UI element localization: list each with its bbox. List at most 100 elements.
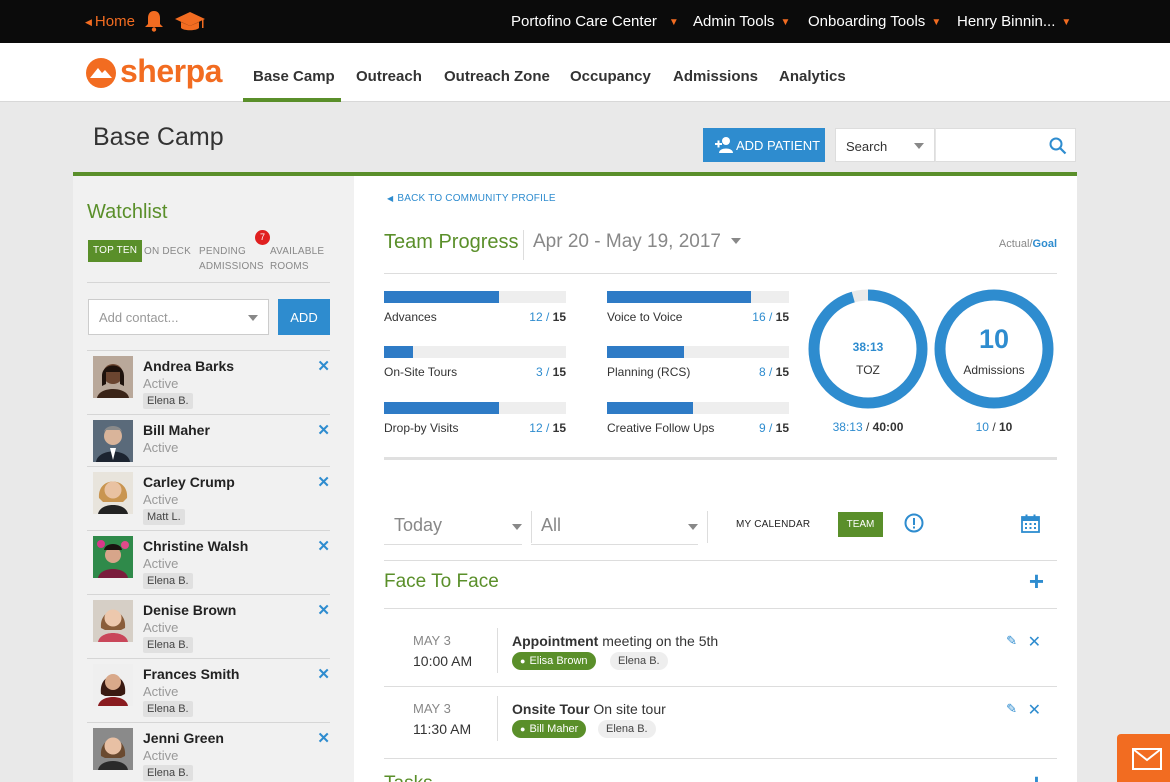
sherpa-logo-icon[interactable]	[85, 57, 117, 89]
contact-name[interactable]: Denise Brown	[143, 602, 236, 618]
home-link[interactable]: ◀ Home	[85, 13, 135, 30]
envelope-icon	[1132, 748, 1162, 770]
bell-icon[interactable]	[144, 10, 164, 32]
close-icon[interactable]: ✕	[1028, 700, 1041, 720]
metric-goal: 15	[552, 421, 566, 435]
contact-name[interactable]: Jenni Green	[143, 730, 224, 746]
progress-fill	[384, 402, 499, 414]
date-range-select[interactable]: Apr 20 - May 19, 2017	[533, 231, 741, 253]
add-contact-select[interactable]: Add contact...	[88, 299, 269, 335]
chevron-down-icon	[731, 238, 741, 244]
contact-name[interactable]: Carley Crump	[143, 474, 235, 490]
divider	[707, 511, 708, 543]
add-task-icon[interactable]: +	[1029, 768, 1044, 782]
tab-top-ten[interactable]: TOP TEN	[88, 240, 143, 262]
divider	[87, 282, 330, 283]
filter-label: All	[541, 515, 562, 535]
tab-on-deck[interactable]: ON DECK	[144, 244, 191, 259]
watchlist-item[interactable]: Carley Crump Active Matt L. ✕	[87, 467, 330, 531]
metric-label: Planning (RCS)	[607, 365, 691, 379]
nav-base-camp[interactable]: Base Camp	[253, 68, 335, 85]
event-desc: On site tour	[589, 701, 666, 717]
avatar	[93, 600, 133, 642]
nav-admissions[interactable]: Admissions	[673, 68, 758, 85]
message-button[interactable]	[1117, 734, 1170, 782]
watchlist-sidebar: Watchlist TOP TEN ON DECK PENDING ADMISS…	[73, 176, 354, 782]
remove-icon[interactable]: ✕	[317, 665, 330, 683]
alert-icon[interactable]	[904, 513, 924, 533]
event-owner-chip: Elena B.	[610, 652, 668, 670]
nav-outreach-zone[interactable]: Outreach Zone	[444, 68, 550, 85]
add-patient-button[interactable]: ADD PATIENT	[703, 128, 825, 162]
event-person-chip[interactable]: ● Elisa Brown	[512, 652, 596, 670]
remove-icon[interactable]: ✕	[317, 421, 330, 439]
pending-count-badge: 7	[255, 230, 270, 245]
progress-fill	[607, 291, 751, 303]
user-menu[interactable]: Henry Binnin... ▼	[957, 13, 1071, 30]
nav-analytics[interactable]: Analytics	[779, 68, 846, 85]
contact-name[interactable]: Frances Smith	[143, 666, 239, 682]
nav-outreach[interactable]: Outreach	[356, 68, 422, 85]
user-name: Henry Binnin...	[957, 13, 1056, 30]
tab-pending-admissions[interactable]: PENDING ADMISSIONS	[199, 244, 264, 274]
avatar	[93, 472, 133, 514]
top-bar: ◀ Home Portofino Care Center ▼ Admin Tools…	[0, 0, 1170, 43]
contact-name[interactable]: Andrea Barks	[143, 358, 234, 374]
team-tab[interactable]: TEAM	[838, 512, 883, 537]
owner-tag: Matt L.	[143, 509, 185, 525]
add-face-to-face-icon[interactable]: +	[1029, 566, 1044, 597]
close-icon[interactable]: ✕	[1028, 632, 1041, 652]
calendar-icon[interactable]	[1021, 514, 1040, 533]
edit-icon[interactable]: ✎	[1006, 633, 1017, 649]
contact-status: Active	[143, 492, 179, 507]
nav-occupancy[interactable]: Occupancy	[570, 68, 651, 85]
divider	[523, 230, 524, 260]
admissions-goal: 10	[999, 420, 1013, 434]
add-contact-button[interactable]: ADD	[278, 299, 330, 335]
watchlist-item[interactable]: Denise Brown Active Elena B. ✕	[87, 595, 330, 659]
watchlist-item[interactable]: Bill Maher Active ✕	[87, 415, 330, 467]
watchlist-item[interactable]: Christine Walsh Active Elena B. ✕	[87, 531, 330, 595]
admin-tools-menu[interactable]: Admin Tools ▼	[693, 13, 790, 30]
contact-name[interactable]: Christine Walsh	[143, 538, 248, 554]
metric-label: Creative Follow Ups	[607, 421, 715, 435]
search-icon[interactable]	[1049, 137, 1067, 155]
chevron-down-icon	[914, 143, 924, 149]
chevron-down-icon: ▼	[780, 17, 791, 28]
graduation-cap-icon[interactable]	[174, 11, 206, 33]
metric-value: 16 / 15	[752, 310, 789, 324]
onboarding-tools-menu[interactable]: Onboarding Tools ▼	[808, 13, 941, 30]
search-type-select[interactable]: Search	[835, 128, 935, 162]
watchlist-item[interactable]: Andrea Barks Active Elena B. ✕	[87, 351, 330, 415]
watchlist-item[interactable]: Jenni Green Active Elena B. ✕	[87, 723, 330, 782]
main-nav: sherpa Base Camp Outreach Outreach Zone …	[0, 43, 1170, 102]
back-to-community-link[interactable]: ◀ BACK TO COMMUNITY PROFILE	[387, 193, 556, 204]
remove-icon[interactable]: ✕	[317, 601, 330, 619]
remove-icon[interactable]: ✕	[317, 357, 330, 375]
period-select[interactable]: Today	[384, 509, 522, 545]
event-person: Elisa Brown	[529, 655, 588, 667]
logo-text[interactable]: sherpa	[120, 53, 222, 90]
edit-icon[interactable]: ✎	[1006, 701, 1017, 717]
search-input[interactable]	[935, 128, 1076, 162]
event-row[interactable]: MAY 3 11:30 AM Onsite Tour On site tour …	[384, 696, 1057, 746]
admissions-actual: 10	[975, 420, 989, 434]
community-selector[interactable]: Portofino Care Center ▼	[511, 13, 679, 30]
metric-value: 3 / 15	[535, 365, 566, 379]
nav-active-indicator	[243, 98, 341, 102]
tab-available-rooms[interactable]: AVAILABLE ROOMS	[270, 244, 324, 274]
filter-select[interactable]: All	[531, 509, 698, 545]
event-person-chip[interactable]: ● Bill Maher	[512, 720, 587, 738]
owner-tag: Elena B.	[143, 573, 193, 589]
admissions-value: 10	[978, 324, 1010, 354]
watchlist-item[interactable]: Frances Smith Active Elena B. ✕	[87, 659, 330, 723]
my-calendar-tab[interactable]: MY CALENDAR	[736, 519, 810, 530]
remove-icon[interactable]: ✕	[317, 473, 330, 491]
contact-name[interactable]: Bill Maher	[143, 422, 210, 438]
event-time: 11:30 AM	[413, 721, 472, 737]
admin-tools-label: Admin Tools	[693, 13, 775, 30]
event-row[interactable]: MAY 3 10:00 AM Appointment meeting on th…	[384, 628, 1057, 678]
remove-icon[interactable]: ✕	[317, 537, 330, 555]
progress-fill	[607, 402, 693, 414]
remove-icon[interactable]: ✕	[317, 729, 330, 747]
